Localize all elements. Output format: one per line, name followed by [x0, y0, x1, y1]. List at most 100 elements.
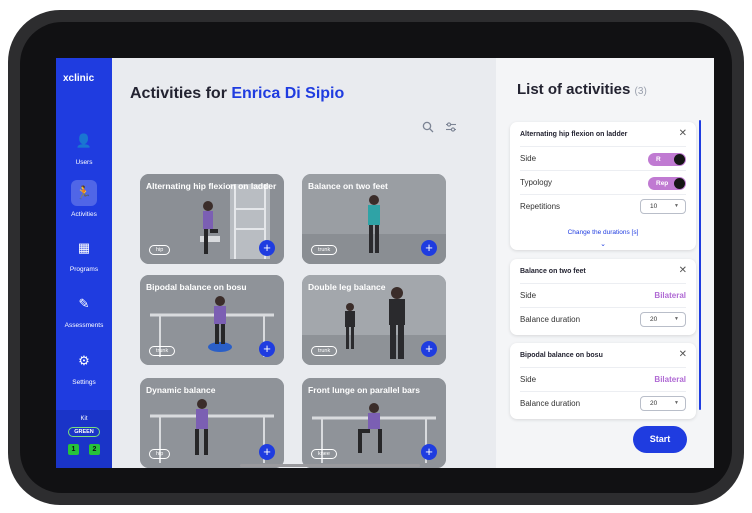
activity-card[interactable]: Front lunge on parallel bars knee +	[302, 378, 446, 468]
activity-card[interactable]: Dynamic balance hip +	[140, 378, 284, 468]
typology-row: Typology Rep	[520, 170, 686, 194]
search-icon[interactable]	[419, 120, 437, 138]
side-toggle-value: R	[656, 156, 661, 163]
add-activity-button[interactable]: +	[259, 240, 275, 256]
side-toggle[interactable]: R	[648, 153, 686, 166]
chevron-down-icon: ▼	[674, 400, 679, 406]
repetitions-label: Repetitions	[520, 202, 561, 211]
side-label: Side	[520, 291, 537, 300]
side-value: Bilateral	[654, 375, 686, 384]
duration-value: 20	[650, 316, 658, 323]
duration-select[interactable]: 20 ▼	[640, 312, 686, 327]
activity-card-title: Bipodal balance on bosu	[146, 282, 247, 292]
add-activity-button[interactable]: +	[421, 444, 437, 460]
expand-chevron-icon[interactable]: ⌄	[510, 240, 696, 248]
duration-label: Balance duration	[520, 315, 581, 324]
start-button[interactable]: Start	[633, 426, 687, 453]
nav-settings[interactable]: ⚙ Settings	[56, 348, 112, 386]
repetitions-value: 10	[650, 203, 658, 210]
panel-title: List of activities (3)	[517, 81, 647, 98]
brand-logo: xclinic	[63, 73, 95, 84]
main-content: Activities for Enrica Di Sipio Alternati…	[112, 58, 520, 468]
kit-slot-2: 2	[89, 444, 100, 455]
typology-label: Typology	[520, 178, 553, 187]
close-icon[interactable]: ✕	[679, 349, 687, 360]
nav-label: Settings	[72, 379, 96, 386]
activity-card-title: Alternating hip flexion on ladder	[146, 181, 277, 191]
toggle-knob	[674, 178, 685, 189]
activity-card[interactable]: Double leg balance trunk +	[302, 275, 446, 365]
duration-value: 20	[650, 400, 658, 407]
typology-toggle-value: Rep	[656, 180, 669, 187]
activity-card-title: Double leg balance	[308, 282, 386, 292]
duration-row: Balance duration 20 ▼	[520, 391, 686, 415]
close-icon[interactable]: ✕	[679, 265, 687, 276]
user-icon: 👤	[75, 133, 93, 148]
sidebar: xclinic 👤 Users 🏃 Activities ▦ Programs …	[56, 58, 112, 468]
kit-slot-1: 1	[68, 444, 79, 455]
duration-select[interactable]: 20 ▼	[640, 396, 686, 411]
chevron-down-icon: ▼	[674, 203, 679, 209]
programs-icon: ▦	[77, 240, 91, 255]
side-label: Side	[520, 154, 537, 163]
selected-activity-card: Balance on two feet ✕ Side Bilateral Bal…	[510, 259, 696, 335]
kit-label: Kit	[80, 416, 88, 422]
activity-count: (3)	[634, 86, 647, 97]
nav-assessments[interactable]: ✎ Assessments	[56, 291, 112, 329]
add-activity-button[interactable]: +	[259, 341, 275, 357]
activity-tag: knee	[311, 449, 337, 459]
panel-scrollbar[interactable]	[699, 120, 701, 410]
activity-card[interactable]: Bipodal balance on bosu trunk +	[140, 275, 284, 365]
activity-tag: trunk	[311, 245, 338, 255]
filter-icon[interactable]	[442, 120, 460, 138]
activity-card-title: Front lunge on parallel bars	[308, 385, 420, 395]
duration-label: Balance duration	[520, 399, 581, 408]
repetitions-row: Repetitions 10 ▼	[520, 194, 686, 218]
patient-name: Enrica Di Sipio	[231, 85, 345, 102]
gear-icon: ⚙	[78, 353, 90, 368]
side-label: Side	[520, 375, 537, 384]
panel-title-text: List of activities	[517, 81, 631, 98]
nav-label: Users	[75, 159, 93, 166]
kit-slots: 1 2	[56, 444, 112, 455]
assessment-icon: ✎	[78, 296, 90, 311]
add-activity-button[interactable]: +	[259, 444, 275, 460]
selected-activity-title: Bipodal balance on bosu	[520, 352, 603, 359]
typology-toggle[interactable]: Rep	[648, 177, 686, 190]
side-row: Side Bilateral	[520, 283, 686, 307]
page-title: Activities for Enrica Di Sipio	[130, 85, 344, 103]
activity-tag: hip	[149, 245, 171, 255]
change-durations-link[interactable]: Change the durations [s]	[510, 229, 696, 236]
repetitions-select[interactable]: 10 ▼	[640, 199, 686, 214]
add-activity-button[interactable]: +	[421, 341, 437, 357]
activity-list-panel: List of activities (3) Alternating hip f…	[496, 58, 714, 468]
side-row: Side R	[520, 146, 686, 170]
nav-label: Activities	[71, 211, 97, 218]
chevron-down-icon: ▼	[674, 316, 679, 322]
nav-activities[interactable]: 🏃 Activities	[56, 180, 112, 218]
duration-row: Balance duration 20 ▼	[520, 307, 686, 331]
close-icon[interactable]: ✕	[679, 128, 687, 139]
selected-activity-title: Balance on two feet	[520, 268, 586, 275]
nav-label: Assessments	[64, 322, 104, 329]
activity-card[interactable]: Balance on two feet trunk +	[302, 174, 446, 264]
side-value: Bilateral	[654, 291, 686, 300]
selected-activity-card: Bipodal balance on bosu ✕ Side Bilateral…	[510, 343, 696, 419]
activity-card[interactable]: Alternating hip flexion on ladder hip +	[140, 174, 284, 264]
selected-activity-card: Alternating hip flexion on ladder ✕ Side…	[510, 122, 696, 250]
app-screen: xclinic 👤 Users 🏃 Activities ▦ Programs …	[56, 58, 714, 468]
activity-tag: hip	[149, 449, 171, 459]
activity-tag: trunk	[149, 346, 176, 356]
add-activity-button[interactable]: +	[421, 240, 437, 256]
activity-card-title: Dynamic balance	[146, 385, 216, 395]
selected-activity-title: Alternating hip flexion on ladder	[520, 131, 628, 138]
page-title-prefix: Activities for	[130, 85, 232, 102]
nav-programs[interactable]: ▦ Programs	[56, 235, 112, 273]
kit-panel[interactable]: Kit GREEN 1 2	[56, 410, 112, 468]
activity-tag: trunk	[311, 346, 338, 356]
toggle-knob	[674, 154, 685, 165]
kit-badge: GREEN	[68, 427, 100, 437]
home-indicator[interactable]	[240, 464, 420, 467]
side-row: Side Bilateral	[520, 367, 686, 391]
nav-users[interactable]: 👤 Users	[56, 128, 112, 166]
